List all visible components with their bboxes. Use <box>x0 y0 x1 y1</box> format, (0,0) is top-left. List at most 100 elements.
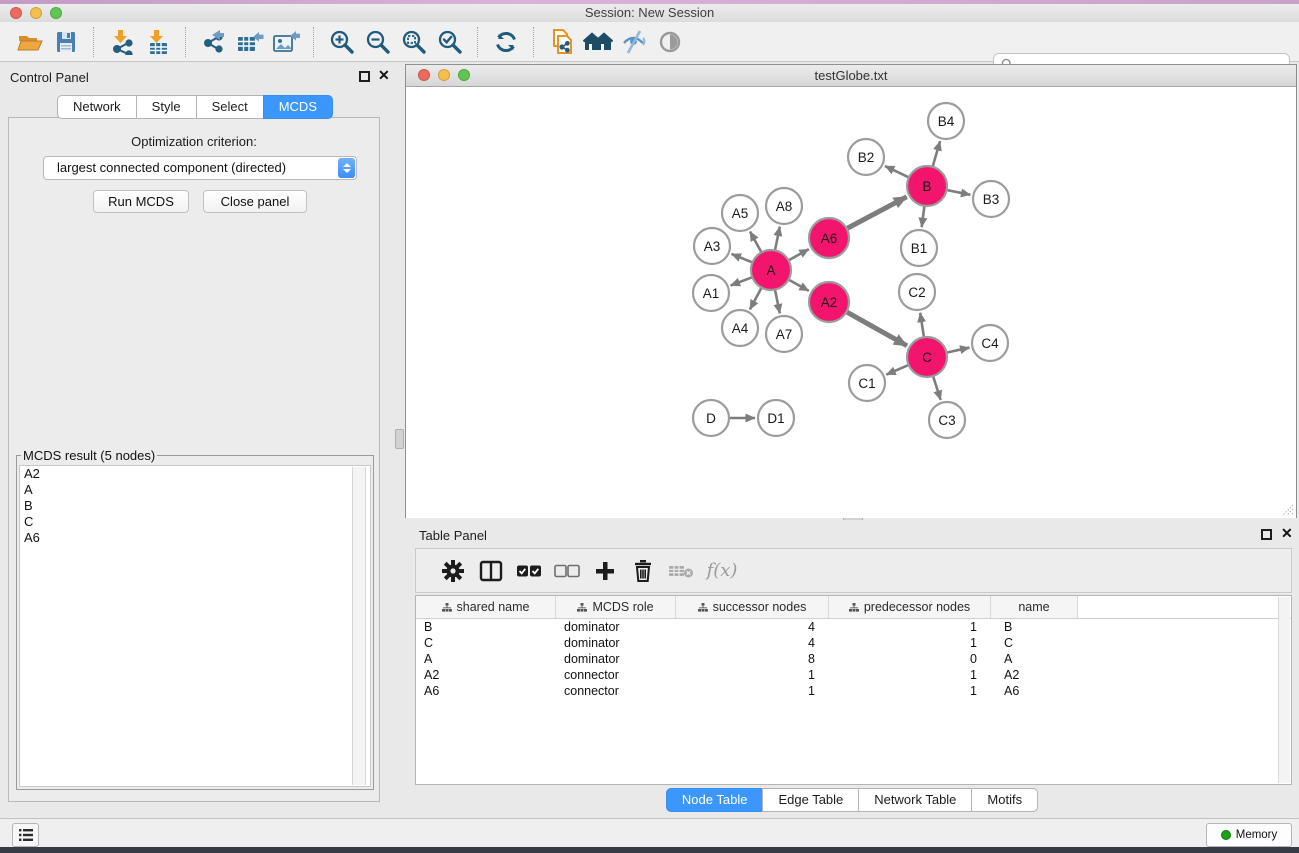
graph-edge-A-A7[interactable] <box>775 290 780 314</box>
graph-edge-A-A5[interactable] <box>750 231 761 252</box>
function-builder-button[interactable]: f(x) <box>700 553 738 589</box>
zoom-window-button[interactable] <box>50 7 62 19</box>
table-cell[interactable]: 4 <box>676 635 829 651</box>
control-tab-select[interactable]: Select <box>196 95 264 119</box>
table-cell[interactable]: 1 <box>829 683 991 699</box>
mcds-result-item[interactable]: C <box>20 514 370 530</box>
mcds-list-scrollbar[interactable] <box>352 467 366 785</box>
graph-edge-A-A8[interactable] <box>775 227 780 251</box>
save-session-button[interactable] <box>48 25 84 59</box>
export-image-button[interactable] <box>268 25 304 59</box>
mcds-result-item[interactable]: B <box>20 498 370 514</box>
graph-edge-B-B4[interactable] <box>933 141 940 167</box>
table-tab-node-table[interactable]: Node Table <box>666 788 764 812</box>
table-panel-close-button[interactable]: ✕ <box>1281 526 1293 540</box>
graph-edge-A-A1[interactable] <box>731 277 753 285</box>
apply-preferred-layout-button[interactable] <box>488 25 524 59</box>
network-zoom-button[interactable] <box>458 69 470 81</box>
network-window-titlebar[interactable]: testGlobe.txt <box>406 65 1296 87</box>
table-cell[interactable]: dominator <box>556 635 676 651</box>
table-cell[interactable]: 8 <box>676 651 829 667</box>
column-header-MCDS-role[interactable]: MCDS role <box>556 596 676 618</box>
table-row[interactable]: A6connector11A6 <box>416 683 1291 699</box>
table-cell[interactable]: B <box>991 619 1078 635</box>
split-table-columns-button[interactable] <box>472 553 510 589</box>
close-window-button[interactable] <box>10 7 22 19</box>
column-header-successor-nodes[interactable]: successor nodes <box>676 596 829 618</box>
graph-edge-A6-B[interactable] <box>847 197 907 229</box>
table-cell[interactable]: A2 <box>416 667 556 683</box>
table-cell[interactable]: 0 <box>829 651 991 667</box>
table-scrollbar[interactable] <box>1278 597 1290 783</box>
graph-edge-A-A6[interactable] <box>789 249 809 260</box>
window-resize-grip[interactable] <box>1281 503 1294 516</box>
graph-edge-A-A3[interactable] <box>731 254 752 263</box>
table-row[interactable]: A2connector11A2 <box>416 667 1291 683</box>
delete-table-button[interactable] <box>662 553 700 589</box>
control-tab-network[interactable]: Network <box>57 95 137 119</box>
table-cell[interactable]: A <box>416 651 556 667</box>
graph-edge-A-A2[interactable] <box>789 280 809 291</box>
control-tab-style[interactable]: Style <box>136 95 197 119</box>
graph-edge-B-B1[interactable] <box>922 206 925 227</box>
optimization-criterion-select[interactable]: largest connected component (directed) <box>43 156 357 180</box>
graph-edge-C-C1[interactable] <box>886 365 908 375</box>
graph-edge-B-B3[interactable] <box>947 190 971 195</box>
table-tab-edge-table[interactable]: Edge Table <box>762 788 859 812</box>
zoom-in-button[interactable] <box>324 25 360 59</box>
graph-edge-C-C3[interactable] <box>933 376 941 400</box>
table-cell[interactable]: 4 <box>676 619 829 635</box>
table-panel-float-button[interactable] <box>1261 529 1272 540</box>
graph-edge-A2-C[interactable] <box>846 312 907 346</box>
table-cell[interactable]: 1 <box>829 667 991 683</box>
control-panel-float-button[interactable] <box>359 71 370 82</box>
table-tab-motifs[interactable]: Motifs <box>971 788 1038 812</box>
table-cell[interactable]: 1 <box>829 619 991 635</box>
import-table-button[interactable] <box>140 25 176 59</box>
vertical-splitter-grip[interactable] <box>395 429 404 449</box>
column-header-predecessor-nodes[interactable]: predecessor nodes <box>829 596 991 618</box>
level-of-detail-eye-button[interactable] <box>652 25 688 59</box>
table-cell[interactable]: B <box>416 619 556 635</box>
import-network-button[interactable] <box>104 25 140 59</box>
table-row[interactable]: Adominator80A <box>416 651 1291 667</box>
memory-button[interactable]: Memory <box>1206 823 1292 847</box>
network-close-button[interactable] <box>418 69 430 81</box>
table-cell[interactable]: C <box>416 635 556 651</box>
graph-edge-B-B2[interactable] <box>885 166 909 177</box>
network-canvas[interactable]: AA1A2A3A4A5A6A7A8BB1B2B3B4CC1C2C3C4DD1 <box>406 87 1296 518</box>
table-cell[interactable]: 1 <box>676 667 829 683</box>
table-cell[interactable]: A6 <box>991 683 1078 699</box>
export-network-button[interactable] <box>196 25 232 59</box>
close-panel-button[interactable]: Close panel <box>203 190 307 213</box>
show-all-columns-button[interactable] <box>510 553 548 589</box>
first-neighbors-button[interactable] <box>580 25 616 59</box>
table-cell[interactable]: 1 <box>676 683 829 699</box>
table-cell[interactable]: dominator <box>556 651 676 667</box>
show-hide-graphics-details-button[interactable] <box>616 25 652 59</box>
export-table-button[interactable] <box>232 25 268 59</box>
table-row[interactable]: Cdominator41C <box>416 635 1291 651</box>
delete-columns-button[interactable] <box>624 553 662 589</box>
column-header-shared-name[interactable]: shared name <box>416 596 556 618</box>
minimize-window-button[interactable] <box>30 7 42 19</box>
mcds-result-item[interactable]: A <box>20 482 370 498</box>
table-cell[interactable]: 1 <box>829 635 991 651</box>
table-cell[interactable]: A6 <box>416 683 556 699</box>
node-table[interactable]: shared nameMCDS rolesuccessor nodesprede… <box>415 595 1292 785</box>
control-tab-mcds[interactable]: MCDS <box>263 95 333 119</box>
table-tab-network-table[interactable]: Network Table <box>858 788 972 812</box>
run-mcds-button[interactable]: Run MCDS <box>93 190 189 213</box>
table-cell[interactable]: A2 <box>991 667 1078 683</box>
table-cell[interactable]: connector <box>556 683 676 699</box>
new-network-from-selection-button[interactable] <box>544 25 580 59</box>
mcds-result-item[interactable]: A2 <box>20 466 370 482</box>
network-minimize-button[interactable] <box>438 69 450 81</box>
column-header-name[interactable]: name <box>991 596 1078 618</box>
open-file-button[interactable] <box>12 25 48 59</box>
graph-edge-C-C4[interactable] <box>947 348 970 353</box>
zoom-fit-button[interactable] <box>396 25 432 59</box>
table-cell[interactable]: A <box>991 651 1078 667</box>
mcds-result-list[interactable]: A2ABCA6 <box>19 465 371 787</box>
show-panels-button[interactable] <box>12 823 39 847</box>
